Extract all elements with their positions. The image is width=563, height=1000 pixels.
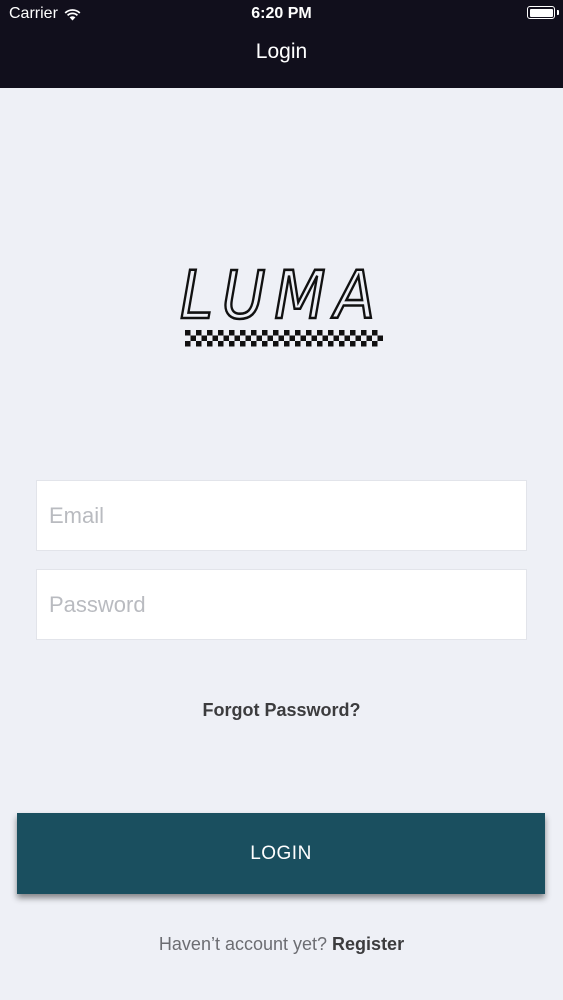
email-input[interactable]: [37, 481, 526, 550]
nav-title: Login: [255, 40, 308, 63]
battery-tip: [557, 10, 559, 15]
register-row: Haven’t account yet? Register: [0, 934, 563, 955]
luma-logo: LUMA: [179, 258, 384, 347]
register-prompt: Haven’t account yet?: [158, 934, 328, 954]
email-field[interactable]: [36, 480, 527, 551]
register-link[interactable]: Register: [332, 934, 404, 954]
battery-fill: [529, 8, 553, 17]
forgot-password-link[interactable]: Forgot Password?: [0, 700, 563, 721]
battery-icon: [527, 6, 555, 19]
login-button[interactable]: LOGIN: [17, 813, 545, 894]
password-field[interactable]: [36, 569, 527, 640]
status-time: 6:20 PM: [251, 5, 312, 22]
password-input[interactable]: [37, 570, 526, 639]
login-screen: Carrier 6:20 PM Login LUMA Forgot Passwo…: [0, 0, 563, 1000]
logo-text: LUMA: [180, 258, 384, 334]
top-bar: Carrier 6:20 PM Login: [0, 0, 563, 88]
